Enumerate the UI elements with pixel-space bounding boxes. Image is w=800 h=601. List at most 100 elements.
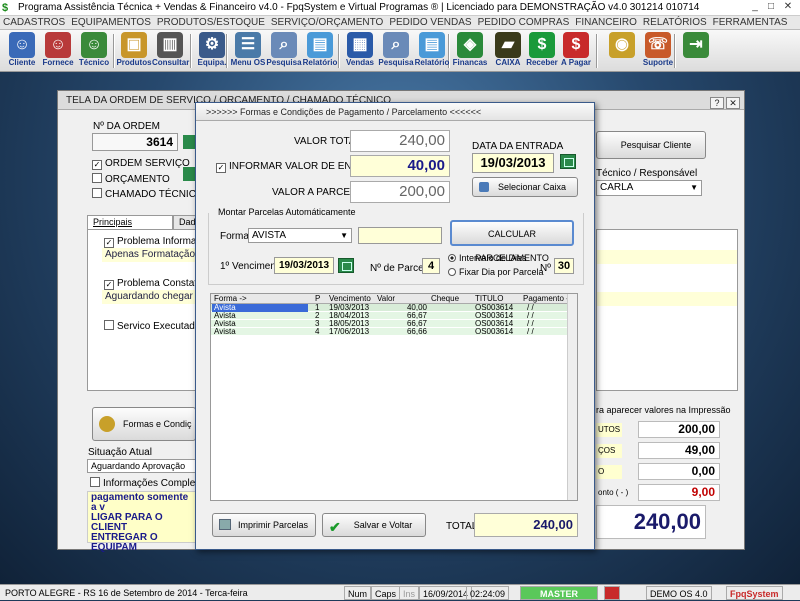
toolbar-button-equipa-[interactable]: ⚙ Equipa. bbox=[194, 32, 230, 70]
extra-info-checkbox[interactable] bbox=[90, 477, 100, 487]
payment-conditions-button[interactable]: Formas e Condiç bbox=[92, 407, 196, 441]
toolbar-button-pesquisa[interactable]: ⌕ Pesquisa bbox=[266, 32, 302, 70]
toolbar-button-menu-os[interactable]: ☰ Menu OS bbox=[230, 32, 266, 70]
notes-box[interactable]: pagamento somente a v LIGAR PARA O CLIEN… bbox=[87, 491, 199, 553]
maximize-button[interactable]: □ bbox=[764, 1, 778, 14]
cell-titulo: OS003614 bbox=[475, 327, 514, 336]
table-row[interactable]: Avista 4 17/06/2013 66,66 OS003614/ / bbox=[211, 328, 577, 336]
status-flag-icon bbox=[604, 586, 620, 600]
service-done-checkbox[interactable] bbox=[104, 320, 114, 330]
menu-cadastros[interactable]: CADASTROS bbox=[0, 16, 68, 30]
technician-select[interactable]: CARLA ▼ bbox=[596, 180, 702, 196]
interval-radio[interactable] bbox=[448, 254, 456, 262]
col-cheque[interactable]: Cheque bbox=[431, 294, 459, 304]
total-value-field[interactable]: 240,00 bbox=[350, 130, 450, 152]
n-field[interactable]: 30 bbox=[554, 258, 574, 274]
grid-header: Forma -> P Vencimento Valor Cheque TITUL… bbox=[211, 294, 577, 304]
problem-informed-checkbox[interactable]: ✓ bbox=[104, 238, 114, 248]
os-close-button[interactable]: ✕ bbox=[726, 97, 740, 109]
toolbar-button-consultar[interactable]: ▥ Consultar bbox=[152, 32, 189, 70]
select-cash-button[interactable]: Selecionar Caixa bbox=[472, 177, 578, 197]
entry-value-checkbox[interactable]: ✓ bbox=[216, 163, 226, 173]
calendar-icon[interactable] bbox=[338, 258, 354, 273]
close-button[interactable]: ✕ bbox=[781, 1, 795, 14]
toolbar-button-cliente[interactable]: ☺ Cliente bbox=[4, 32, 40, 70]
menu-ferramentas[interactable]: FERRAMENTAS bbox=[710, 16, 791, 30]
type-orcamento[interactable]: ORÇAMENTO bbox=[92, 173, 170, 185]
chamado-label: CHAMADO TÉCNICO bbox=[105, 189, 204, 200]
num-parcels-field[interactable]: 4 bbox=[422, 258, 440, 274]
summary-tag: ÇOS bbox=[596, 444, 622, 458]
entry-value-field[interactable]: 40,00 bbox=[350, 155, 450, 177]
menu-relat-rios[interactable]: RELATÓRIOS bbox=[640, 16, 710, 30]
toolbar-button-pesquisa[interactable]: ⌕ Pesquisa bbox=[378, 32, 414, 70]
toolbar-button-exit[interactable]: ⇥ bbox=[678, 32, 714, 70]
col-valor[interactable]: Valor bbox=[377, 294, 395, 304]
menu-equipamentos[interactable]: EQUIPAMENTOS bbox=[68, 16, 154, 30]
menu-servi-o-or-amento[interactable]: SERVIÇO/ORÇAMENTO bbox=[268, 16, 386, 30]
tab-principais[interactable]: Principais Informações bbox=[87, 215, 173, 240]
toolbar-button-relat-rio[interactable]: ▤ Relatório bbox=[414, 32, 450, 70]
boxes-icon: ▣ bbox=[121, 32, 147, 58]
toolbar-separator bbox=[190, 34, 192, 68]
coins-icon: ◉ bbox=[609, 32, 635, 58]
toolbar-label: Relatório bbox=[414, 58, 450, 67]
exit-icon: ⇥ bbox=[683, 32, 709, 58]
first-due-field[interactable]: 19/03/2013 bbox=[274, 257, 334, 274]
parcel-value-field[interactable]: 200,00 bbox=[350, 181, 450, 203]
menu-financeiro[interactable]: FINANCEIRO bbox=[572, 16, 640, 30]
table-row[interactable]: Avista 1 19/03/2013 40,00 OS003614/ / bbox=[211, 304, 577, 312]
problem-found-text[interactable]: Aguardando chegar bbox=[102, 290, 200, 304]
search-client-button[interactable]: Pesquisar Cliente bbox=[596, 131, 706, 159]
payment-form-select[interactable]: AVISTA ▼ bbox=[248, 228, 352, 243]
toolbar-button-caixa[interactable]: ▰ CAIXA bbox=[490, 32, 526, 70]
minimize-button[interactable]: _ bbox=[748, 1, 762, 14]
service-done-label: Servico Executado: bbox=[117, 321, 204, 332]
ordem-servico-label: ORDEM SERVIÇO bbox=[105, 158, 190, 169]
status-select[interactable]: Aguardando Aprovação bbox=[87, 459, 197, 473]
toolbar-label: Técnico bbox=[78, 58, 110, 67]
toolbar-separator bbox=[338, 34, 340, 68]
orcamento-checkbox[interactable] bbox=[92, 173, 102, 183]
toolbar-button-t-cnico[interactable]: ☺ Técnico bbox=[76, 32, 112, 70]
type-ordem-servico[interactable]: ✓ ORDEM SERVIÇO bbox=[92, 158, 190, 170]
toolbar-button-suporte[interactable]: ☏ Suporte bbox=[640, 32, 676, 70]
toolbar-label: Relatório bbox=[302, 58, 338, 67]
toolbar-label: Cliente bbox=[8, 58, 36, 67]
table-row[interactable]: Avista 3 18/05/2013 66,67 OS003614/ / bbox=[211, 320, 577, 328]
print-note: ra aparecer valores na Impressão bbox=[596, 405, 731, 415]
toolbar-button-receber[interactable]: $ Receber bbox=[524, 32, 560, 70]
calendar-icon[interactable] bbox=[560, 154, 576, 169]
fixed-day-radio[interactable] bbox=[448, 268, 456, 276]
entry-date-field[interactable]: 19/03/2013 bbox=[472, 153, 554, 173]
menu-pedido-vendas[interactable]: PEDIDO VENDAS bbox=[386, 16, 474, 30]
toolbar-button-relat-rio[interactable]: ▤ Relatório bbox=[302, 32, 338, 70]
table-row[interactable]: Avista 2 18/04/2013 66,67 OS003614/ / bbox=[211, 312, 577, 320]
form-extra-field[interactable] bbox=[358, 227, 442, 244]
toolbar-button-financas[interactable]: ◈ Financas bbox=[452, 32, 488, 70]
fixed-day-option[interactable]: Fixar Dia por Parcela bbox=[448, 267, 544, 277]
menu-pedido-compras[interactable]: PEDIDO COMPRAS bbox=[475, 16, 573, 30]
problem-informed-text[interactable]: Apenas Formatação bbox=[102, 248, 200, 262]
print-parcels-button[interactable]: Imprimir Parcelas bbox=[212, 513, 316, 537]
help-button[interactable]: ? bbox=[710, 97, 724, 109]
problem-found-checkbox[interactable]: ✓ bbox=[104, 280, 114, 290]
toolbar-button-produtos[interactable]: ▣ Produtos bbox=[116, 32, 152, 70]
status-location: PORTO ALEGRE - RS 16 de Setembro de 2014… bbox=[5, 588, 248, 598]
ordem-servico-checkbox[interactable]: ✓ bbox=[92, 160, 102, 170]
chamado-checkbox[interactable] bbox=[92, 188, 102, 198]
interval-option[interactable]: Intervalo de Dias bbox=[448, 253, 527, 263]
toolbar-button-fornece[interactable]: ☺ Fornece bbox=[40, 32, 76, 70]
grid-scrollbar[interactable] bbox=[567, 294, 577, 500]
service-done[interactable]: Servico Executado: bbox=[104, 320, 203, 332]
calculate-button[interactable]: CALCULAR PARCELAMENTO bbox=[450, 220, 574, 263]
menu-produtos-estoque[interactable]: PRODUTOS/ESTOQUE bbox=[154, 16, 268, 30]
status-caps: Caps bbox=[371, 586, 401, 600]
toolbar-button-a-pagar[interactable]: $ A Pagar bbox=[558, 32, 594, 70]
order-number-field[interactable]: 3614 bbox=[92, 133, 178, 151]
save-return-button[interactable]: ✔ Salvar e Voltar bbox=[322, 513, 426, 537]
select-cash-label: Selecionar Caixa bbox=[497, 182, 567, 192]
toolbar-button-vendas[interactable]: ▦ Vendas bbox=[342, 32, 378, 70]
toolbar-button-coins[interactable]: ◉ bbox=[604, 32, 640, 70]
type-chamado[interactable]: CHAMADO TÉCNICO bbox=[92, 188, 204, 200]
